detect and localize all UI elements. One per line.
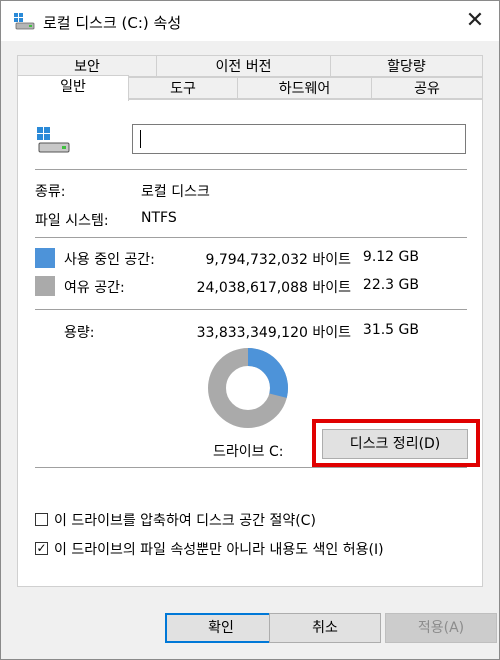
type-value: 로컬 디스크 (141, 184, 210, 200)
used-space-label: 사용 중인 공간: (64, 252, 155, 268)
type-label: 종류: (35, 184, 66, 200)
capacity-label: 용량: (64, 325, 95, 341)
capacity-gb: 31.5 GB (362, 322, 419, 338)
index-checkbox[interactable]: ✓ (35, 542, 48, 555)
tab-security[interactable]: 보안 (17, 55, 157, 77)
disk-cleanup-button[interactable]: 디스크 정리(D) (322, 429, 468, 459)
used-space-swatch (35, 248, 55, 268)
capacity-bytes: 33,833,349,120 바이트 (196, 325, 351, 341)
divider (35, 467, 467, 468)
divider (35, 309, 467, 310)
text-caret (140, 130, 141, 148)
drive-label: 드라이브 C: (213, 444, 284, 460)
tab-general[interactable]: 일반 (17, 75, 129, 101)
divider (35, 169, 467, 170)
free-space-label: 여유 공간: (64, 280, 125, 296)
index-label: 이 드라이브의 파일 속성뿐만 아니라 내용도 색인 허용(I) (54, 542, 384, 558)
compress-label: 이 드라이브를 압축하여 디스크 공간 절약(C) (54, 513, 316, 529)
used-space-gb: 9.12 GB (362, 249, 419, 265)
divider (35, 237, 467, 238)
cancel-button[interactable]: 취소 (269, 613, 381, 643)
filesystem-value: NTFS (141, 210, 177, 226)
tab-hardware[interactable]: 하드웨어 (237, 77, 372, 99)
drive-name-input[interactable] (132, 124, 466, 154)
filesystem-label: 파일 시스템: (35, 213, 109, 229)
used-space-bytes: 9,794,732,032 바이트 (205, 252, 351, 268)
close-button[interactable]: ✕ (463, 9, 487, 33)
drive-icon (14, 13, 35, 30)
free-space-swatch (35, 276, 55, 296)
window-title: 로컬 디스크 (C:) 속성 (43, 14, 182, 32)
tab-sharing[interactable]: 공유 (371, 77, 483, 99)
free-space-gb: 22.3 GB (362, 277, 419, 293)
tab-previous-versions[interactable]: 이전 버전 (156, 55, 331, 77)
ok-button[interactable]: 확인 (165, 613, 277, 643)
apply-button[interactable]: 적용(A) (385, 613, 497, 643)
free-space-bytes: 24,038,617,088 바이트 (196, 280, 351, 296)
tab-quota[interactable]: 할당량 (330, 55, 483, 77)
tab-tools[interactable]: 도구 (128, 77, 238, 99)
properties-window: 로컬 디스크 (C:) 속성 ✕ 보안 이전 버전 할당량 일반 도구 하드웨어… (0, 0, 500, 660)
title-bar: 로컬 디스크 (C:) 속성 ✕ (1, 1, 499, 41)
compress-checkbox[interactable] (35, 513, 48, 526)
drive-icon (37, 127, 70, 153)
close-icon: ✕ (465, 8, 485, 33)
disk-usage-donut (208, 348, 288, 428)
